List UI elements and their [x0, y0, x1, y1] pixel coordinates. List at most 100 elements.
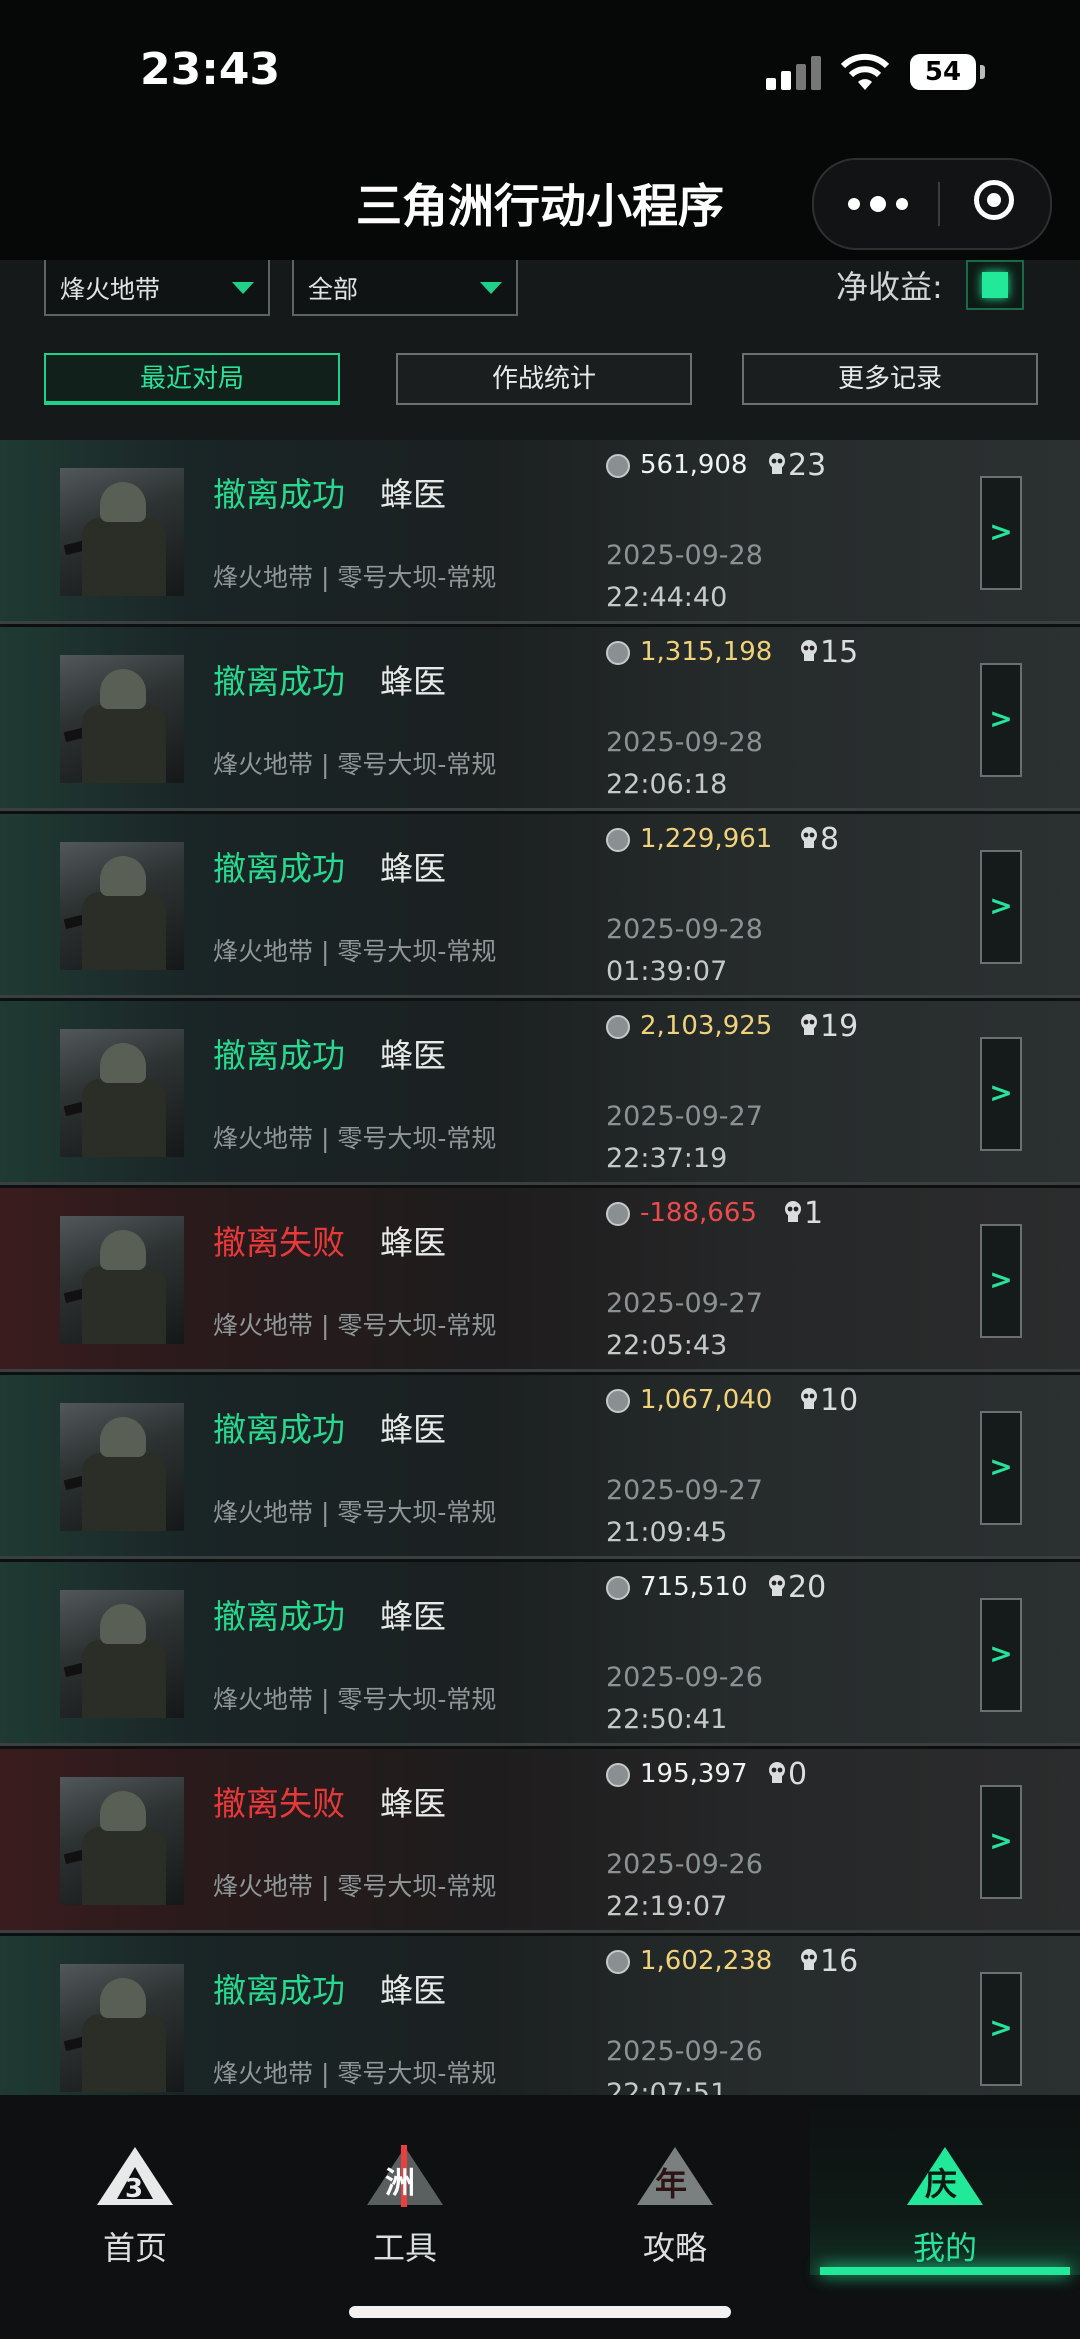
- map-info: 烽火地带 | 零号大坝-常规: [213, 1124, 497, 1153]
- delta-home-icon: 3: [97, 2147, 173, 2205]
- tab-tools-label: 工具: [372, 2229, 437, 2267]
- operator-name: 蜂医: [380, 475, 446, 514]
- kill-count: 1: [804, 1196, 824, 1231]
- operator-avatar: [60, 1590, 184, 1718]
- money-value: 715,510: [640, 1572, 748, 1602]
- tab-guide-label: 攻略: [642, 2229, 707, 2267]
- operator-avatar: [60, 468, 184, 596]
- match-time: 21:09:45: [606, 1517, 728, 1548]
- match-date: 2025-09-28: [606, 914, 763, 945]
- coin-icon: [606, 1389, 630, 1413]
- extraction-result: 撤离成功: [213, 475, 345, 514]
- skull-icon: [801, 1388, 817, 1409]
- battery-cap: [980, 65, 985, 79]
- match-row[interactable]: 撤离失败 蜂医 烽火地带 | 零号大坝-常规 195,397 0 2025-09-26 22…: [0, 1749, 1080, 1933]
- operator-avatar: [60, 1029, 184, 1157]
- detail-button[interactable]: >: [980, 476, 1022, 590]
- money-value: 561,908: [640, 450, 748, 480]
- skull-icon: [801, 1949, 817, 1970]
- detail-button[interactable]: >: [980, 1411, 1022, 1525]
- operator-name: 蜂医: [380, 1036, 446, 1075]
- extraction-result: 撤离失败: [213, 1784, 345, 1823]
- active-tab-indicator: [820, 2267, 1070, 2275]
- money-value: 1,602,238: [640, 1946, 773, 1976]
- tab-tools[interactable]: 洲 工具: [270, 2095, 540, 2275]
- match-row[interactable]: 撤离成功 蜂医烽火地带 | 零号大坝-常规 1,602,238 16 2025-09-2…: [0, 1936, 1080, 2095]
- match-time: 22:19:07: [606, 1891, 728, 1922]
- svg-text:年: 年: [655, 2165, 687, 2203]
- detail-button[interactable]: >: [980, 1037, 1022, 1151]
- tab-home[interactable]: 3 首页: [0, 2095, 270, 2275]
- match-date: 2025-09-26: [606, 1662, 763, 1693]
- operator-name: 蜂医: [380, 1597, 446, 1636]
- detail-button[interactable]: >: [980, 1972, 1022, 2086]
- scope-select-value: 全部: [308, 275, 359, 304]
- match-row[interactable]: 撤离成功 蜂医 烽火地带 | 零号大坝-常规 1,067,040 10 2025-09-2…: [0, 1375, 1080, 1559]
- match-time: 22:37:19: [606, 1143, 728, 1174]
- operator-avatar: [60, 655, 184, 783]
- match-time: 01:39:07: [606, 956, 728, 987]
- coin-icon: [606, 1202, 630, 1226]
- dropdown-arrow-icon: [480, 282, 502, 294]
- detail-button[interactable]: >: [980, 663, 1022, 777]
- kill-count: 0: [788, 1757, 808, 1792]
- match-time: 22:44:40: [606, 582, 728, 613]
- capsule-divider: [938, 182, 940, 226]
- delta-guide-icon: 年: [637, 2147, 713, 2205]
- tab-recent-matches[interactable]: 最近对局: [44, 353, 340, 405]
- operator-avatar: [60, 1216, 184, 1344]
- operator-avatar: [60, 1777, 184, 1905]
- home-indicator[interactable]: [349, 2306, 731, 2318]
- close-miniprogram-icon[interactable]: [974, 180, 1014, 220]
- skull-icon: [801, 827, 817, 848]
- detail-button[interactable]: >: [980, 1785, 1022, 1899]
- match-row[interactable]: 撤离成功 蜂医 烽火地带 | 零号大坝-常规 715,510 20 2025-09-26 2…: [0, 1562, 1080, 1746]
- map-info: 烽火地带 | 零号大坝-常规: [213, 1872, 497, 1901]
- detail-button[interactable]: >: [980, 1598, 1022, 1712]
- kill-count: 16: [820, 1944, 859, 1979]
- match-row[interactable]: 撤离失败 蜂医 烽火地带 | 零号大坝-常规 -188,665 1 2025-09-27 2…: [0, 1188, 1080, 1372]
- nav-bar: 三角洲行动小程序: [0, 150, 1080, 260]
- match-date: 2025-09-26: [606, 2036, 763, 2067]
- extraction-result: 撤离成功: [213, 1971, 345, 2010]
- match-date: 2025-09-26: [606, 1849, 763, 1880]
- svg-text:洲: 洲: [385, 2166, 415, 2201]
- net-income-checkbox[interactable]: [966, 260, 1024, 310]
- skull-icon: [785, 1201, 801, 1222]
- mode-select[interactable]: 烽火地带: [44, 260, 270, 316]
- delta-tools-icon: 洲: [367, 2145, 443, 2207]
- extraction-result: 撤离成功: [213, 1410, 345, 1449]
- match-date: 2025-09-28: [606, 727, 763, 758]
- detail-button[interactable]: >: [980, 850, 1022, 964]
- money-value: 195,397: [640, 1759, 748, 1789]
- skull-icon: [769, 1762, 785, 1783]
- tab-guide[interactable]: 年 攻略: [540, 2095, 810, 2275]
- kill-count: 10: [820, 1383, 859, 1418]
- money-value: -188,665: [640, 1198, 757, 1228]
- match-row[interactable]: 撤离成功 蜂医 烽火地带 | 零号大坝-常规 561,908 23 2025-09-28 2…: [0, 440, 1080, 624]
- operator-avatar: [60, 1964, 184, 2092]
- coin-icon: [606, 641, 630, 665]
- tab-more-records[interactable]: 更多记录: [742, 353, 1038, 405]
- match-time: 22:06:18: [606, 769, 728, 800]
- coin-icon: [606, 828, 630, 852]
- match-row[interactable]: 撤离成功 蜂医 烽火地带 | 零号大坝-常规 2,103,925 19 2025-09-2…: [0, 1001, 1080, 1185]
- status-time: 23:43: [140, 44, 281, 95]
- scope-select[interactable]: 全部: [292, 260, 518, 316]
- match-row[interactable]: 撤离成功 蜂医 烽火地带 | 零号大坝-常规 1,315,198 15 2025-09-2…: [0, 627, 1080, 811]
- detail-button[interactable]: >: [980, 1224, 1022, 1338]
- skull-icon: [801, 640, 817, 661]
- match-time: 22:50:41: [606, 1704, 728, 1735]
- tab-profile[interactable]: 庆 我的: [810, 2095, 1080, 2275]
- bottom-tab-bar: 3 首页 洲 工具 年 攻略 庆 我的: [0, 2095, 1080, 2339]
- tab-combat-stats[interactable]: 作战统计: [396, 353, 692, 405]
- map-info: 烽火地带 | 零号大坝-常规: [213, 2059, 497, 2088]
- extraction-result: 撤离成功: [213, 849, 345, 888]
- match-date: 2025-09-27: [606, 1288, 763, 1319]
- match-row[interactable]: 撤离成功 蜂医 烽火地带 | 零号大坝-常规 1,229,961 8 2025-09-28…: [0, 814, 1080, 998]
- coin-icon: [606, 1763, 630, 1787]
- operator-name: 蜂医: [380, 849, 446, 888]
- more-icon[interactable]: [848, 196, 908, 212]
- tab-home-label: 首页: [102, 2229, 167, 2267]
- operator-name: 蜂医: [380, 1971, 446, 2010]
